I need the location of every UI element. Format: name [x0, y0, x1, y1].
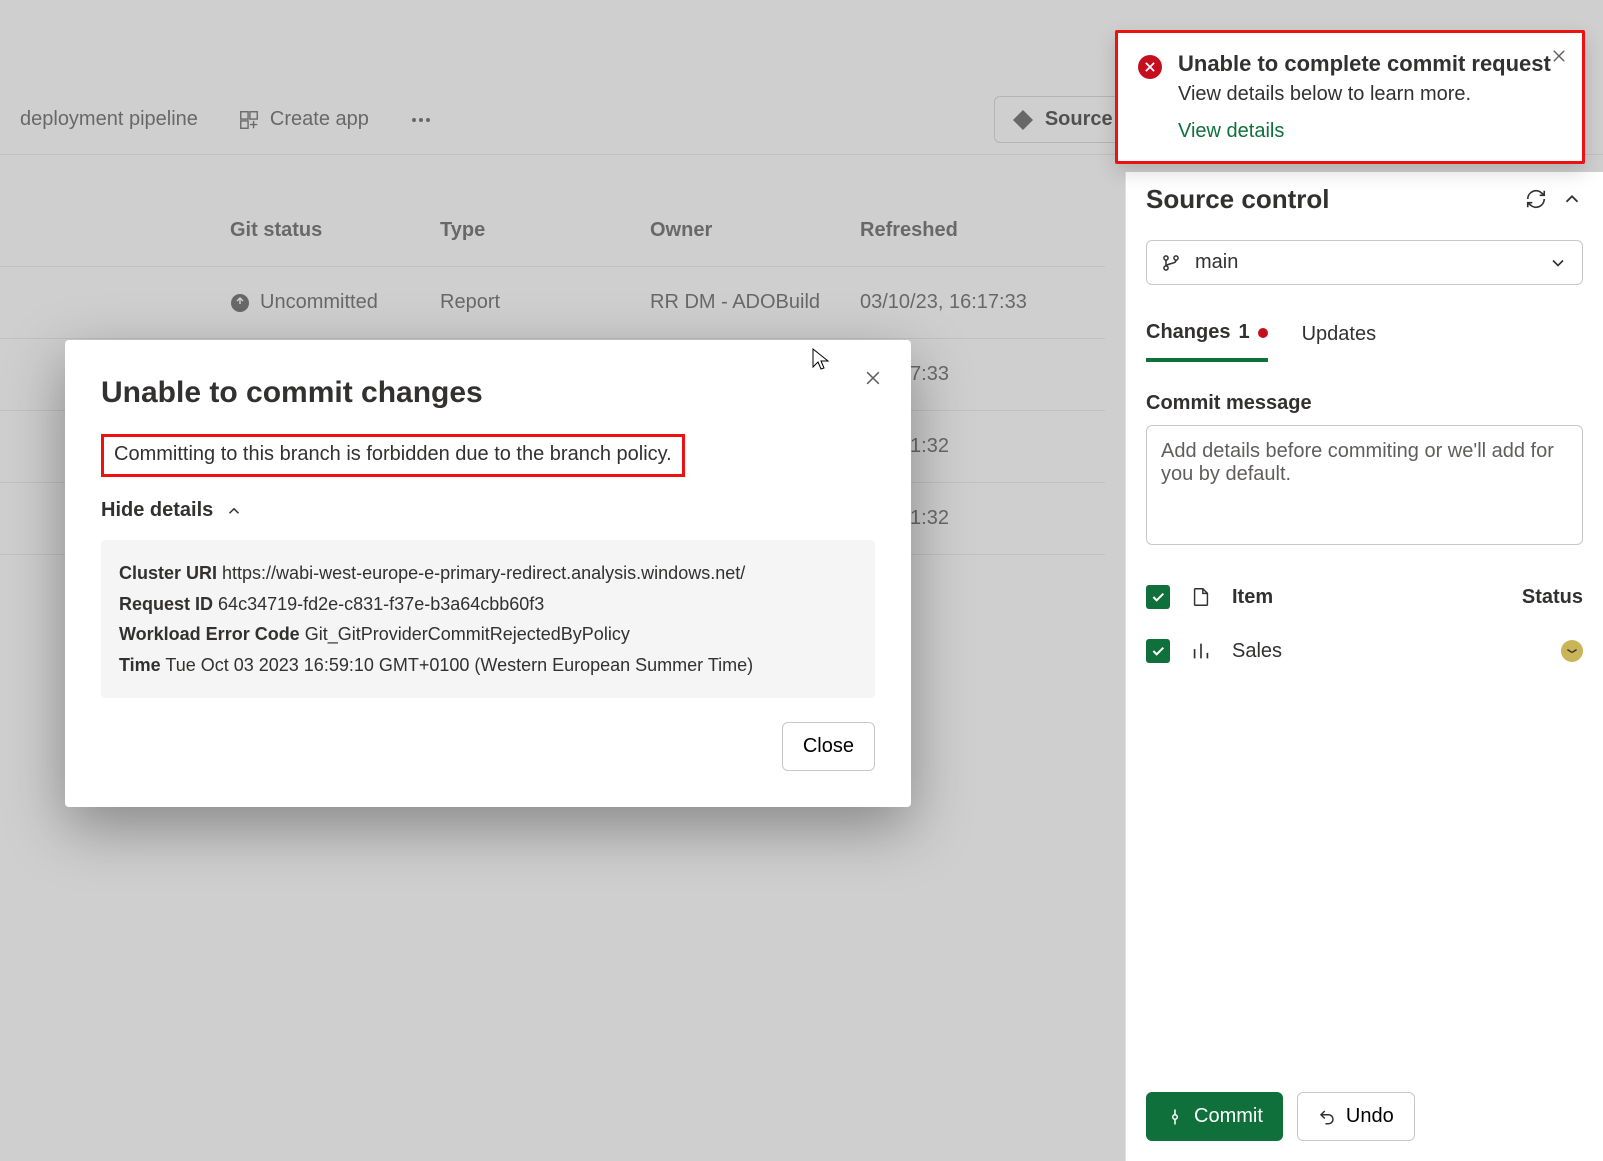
request-id-label: Request ID: [119, 594, 213, 614]
commit-message-label: Commit message: [1146, 392, 1583, 415]
change-item-name: Sales: [1232, 640, 1282, 663]
change-item[interactable]: Sales: [1146, 639, 1583, 663]
error-toast: Unable to complete commit request View d…: [1115, 30, 1585, 164]
panel-title: Source control: [1146, 184, 1511, 215]
branch-selector[interactable]: main: [1146, 240, 1583, 285]
modal-close-button[interactable]: [863, 368, 883, 393]
modal-error-message: Committing to this branch is forbidden d…: [101, 434, 685, 477]
error-icon: [1138, 55, 1162, 79]
request-id-value: 64c34719-fd2e-c831-f37e-b3a64cbb60f3: [218, 594, 544, 614]
cluster-uri-label: Cluster URI: [119, 563, 217, 583]
branch-name: main: [1195, 251, 1238, 274]
report-icon: [1190, 640, 1212, 662]
changes-indicator-icon: [1258, 328, 1268, 338]
workload-error-value: Git_GitProviderCommitRejectedByPolicy: [305, 624, 630, 644]
error-modal: Unable to commit changes Committing to t…: [65, 340, 911, 807]
changes-list-header: Item Status: [1146, 585, 1583, 609]
item-checkbox[interactable]: [1146, 639, 1170, 663]
cluster-uri-value: https://wabi-west-europe-e-primary-redir…: [222, 563, 745, 583]
commit-message-input[interactable]: Add details before commiting or we'll ad…: [1146, 425, 1583, 545]
chevron-up-icon: [225, 502, 243, 520]
list-head-item: Item: [1232, 586, 1273, 609]
change-status-icon: [1561, 640, 1583, 662]
list-head-status: Status: [1522, 586, 1583, 609]
branch-icon: [1161, 253, 1181, 273]
panel-tabs: Changes 1 Updates: [1146, 311, 1583, 362]
tab-updates[interactable]: Updates: [1302, 311, 1377, 362]
modal-title: Unable to commit changes: [101, 376, 875, 410]
commit-button-label: Commit: [1194, 1105, 1263, 1128]
chevron-down-icon: [1548, 253, 1568, 273]
tab-changes-label: Changes: [1146, 321, 1230, 344]
commit-icon: [1166, 1108, 1184, 1126]
tab-changes[interactable]: Changes 1: [1146, 311, 1268, 362]
time-label: Time: [119, 655, 161, 675]
time-value: Tue Oct 03 2023 16:59:10 GMT+0100 (Weste…: [165, 655, 753, 675]
undo-button-label: Undo: [1346, 1105, 1394, 1128]
undo-button[interactable]: Undo: [1297, 1092, 1415, 1141]
hide-details-label: Hide details: [101, 499, 213, 522]
app-root: deployment pipeline Create app Source co…: [0, 0, 1603, 1161]
toast-close-button[interactable]: [1550, 47, 1568, 70]
modal-close-label: Close: [803, 735, 854, 758]
panel-footer: Commit Undo: [1146, 1072, 1583, 1141]
tab-changes-count: 1: [1238, 321, 1249, 344]
select-all-checkbox[interactable]: [1146, 585, 1170, 609]
chevron-up-icon[interactable]: [1561, 188, 1583, 210]
modal-close-action-button[interactable]: Close: [782, 722, 875, 771]
undo-icon: [1318, 1108, 1336, 1126]
hide-details-toggle[interactable]: Hide details: [101, 499, 875, 522]
panel-header: Source control: [1146, 172, 1583, 226]
toast-message: View details below to learn more.: [1178, 83, 1562, 106]
commit-button[interactable]: Commit: [1146, 1092, 1283, 1141]
tab-updates-label: Updates: [1302, 323, 1377, 346]
toast-title: Unable to complete commit request: [1178, 51, 1562, 77]
error-details: Cluster URI https://wabi-west-europe-e-p…: [101, 540, 875, 698]
refresh-icon[interactable]: [1525, 188, 1547, 210]
toast-view-details-link[interactable]: View details: [1178, 120, 1284, 143]
source-control-panel: Source control main Changes 1: [1125, 172, 1603, 1161]
workload-error-label: Workload Error Code: [119, 624, 300, 644]
file-icon: [1190, 586, 1212, 608]
